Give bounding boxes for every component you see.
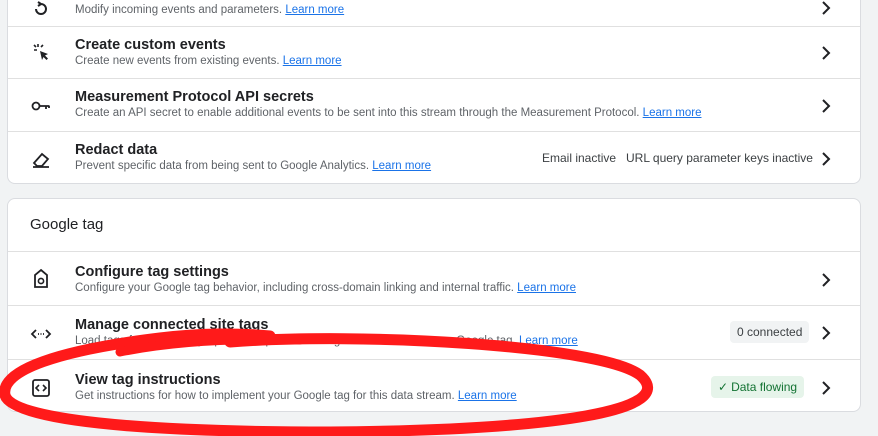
manage-connected-site-tags-row[interactable]: Manage connected site tags Load tags for…	[8, 305, 860, 359]
chevron-right-icon	[820, 380, 832, 396]
redact-data-desc: Prevent specific data from being sent to…	[75, 160, 432, 172]
modify-events-desc: Modify incoming events and parameters. L…	[75, 4, 345, 16]
learn-more-link[interactable]: Learn more	[372, 160, 431, 172]
section-header: Google tag	[8, 199, 860, 251]
event-settings-card: Modify incoming events and parameters. L…	[7, 0, 861, 184]
code-box-icon	[30, 377, 52, 399]
manage-connected-site-tags-title: Manage connected site tags	[75, 317, 269, 333]
learn-more-link[interactable]: Learn more	[285, 4, 344, 16]
data-flowing-badge: ✓ Data flowing	[711, 376, 805, 398]
configure-tag-settings-title: Configure tag settings	[75, 264, 229, 280]
measurement-protocol-desc: Create an API secret to enable additiona…	[75, 107, 702, 119]
url-query-status: URL query parameter keys inactive	[626, 151, 813, 165]
view-tag-instructions-desc: Get instructions for how to implement yo…	[75, 390, 517, 402]
learn-more-link[interactable]: Learn more	[283, 55, 342, 67]
redact-data-row[interactable]: Redact data Prevent specific data from b…	[8, 131, 860, 183]
eraser-icon	[30, 148, 52, 170]
chevron-right-icon	[820, 0, 832, 16]
code-arrows-icon	[30, 323, 52, 345]
checkmark-icon: ✓	[718, 380, 729, 394]
manage-connected-site-tags-desc: Load tags for additional properties or p…	[75, 335, 578, 347]
chevron-right-icon	[820, 98, 832, 114]
email-status: Email inactive	[542, 151, 617, 165]
measurement-protocol-title: Measurement Protocol API secrets	[75, 89, 314, 105]
chevron-right-icon	[820, 45, 832, 61]
redact-data-title: Redact data	[75, 142, 158, 158]
learn-more-link[interactable]: Learn more	[519, 335, 578, 347]
configure-tag-settings-desc: Configure your Google tag behavior, incl…	[75, 282, 576, 294]
create-custom-events-title: Create custom events	[75, 37, 226, 53]
tag-icon	[30, 268, 52, 290]
modify-events-icon	[30, 0, 52, 20]
learn-more-link[interactable]: Learn more	[643, 107, 702, 119]
chevron-right-icon	[820, 325, 832, 341]
view-tag-instructions-title: View tag instructions	[75, 372, 221, 388]
sparkle-cursor-icon	[30, 41, 52, 63]
chevron-right-icon	[820, 151, 832, 167]
google-tag-card: Google tag Configure tag settings Config…	[7, 198, 861, 412]
chevron-right-icon	[820, 272, 832, 288]
learn-more-link[interactable]: Learn more	[458, 390, 517, 402]
configure-tag-settings-row[interactable]: Configure tag settings Configure your Go…	[8, 251, 860, 305]
measurement-protocol-row[interactable]: Measurement Protocol API secrets Create …	[8, 78, 860, 131]
create-custom-events-desc: Create new events from existing events. …	[75, 55, 342, 67]
connected-count-badge: 0 connected	[730, 321, 810, 343]
learn-more-link[interactable]: Learn more	[517, 282, 576, 294]
section-title: Google tag	[30, 216, 104, 233]
data-flowing-label: Data flowing	[731, 380, 798, 394]
create-custom-events-row[interactable]: Create custom events Create new events f…	[8, 26, 860, 78]
view-tag-instructions-row[interactable]: View tag instructions Get instructions f…	[8, 359, 860, 411]
modify-events-row[interactable]: Modify incoming events and parameters. L…	[8, 0, 860, 26]
key-icon	[30, 95, 52, 117]
